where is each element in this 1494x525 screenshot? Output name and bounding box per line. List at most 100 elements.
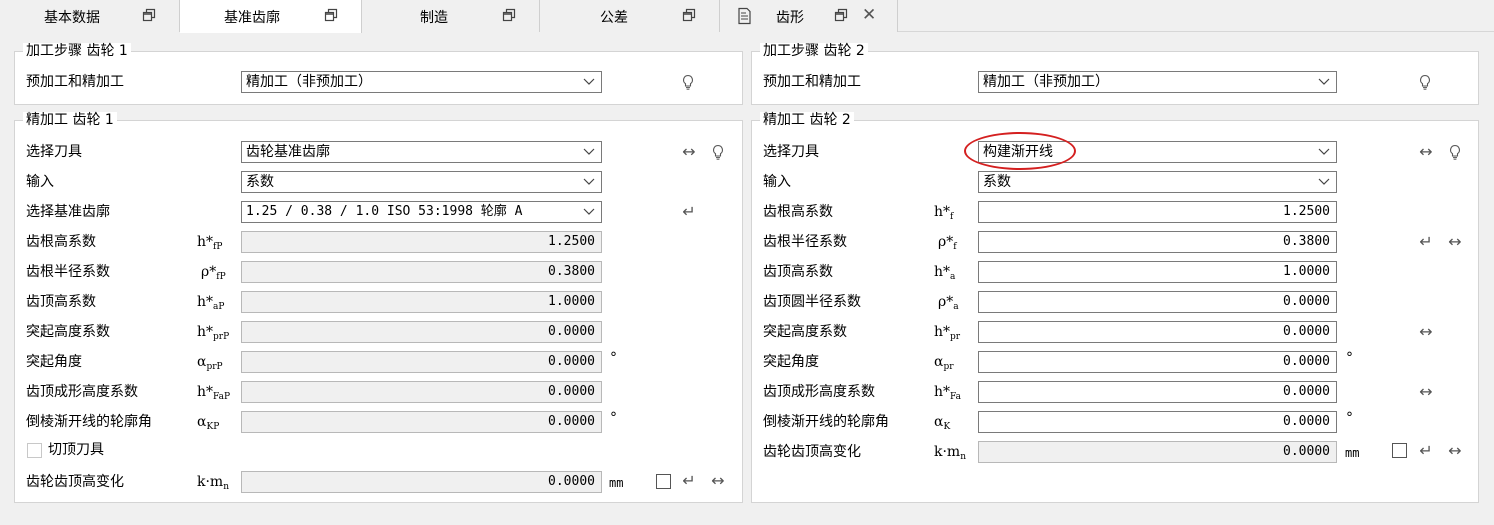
dedendum-coefficient-field[interactable]: 1.2500: [241, 231, 602, 253]
symbol: k·mn: [197, 474, 230, 492]
tab-label: 公差: [600, 10, 628, 26]
processing-step-gear1-group: 加工步骤 齿轮 1 预加工和精加工 精加工（非预加工）: [14, 43, 743, 105]
tip-form-height-field[interactable]: 0.0000: [978, 381, 1337, 403]
symbol: h*FaP: [197, 384, 231, 402]
window-restore-icon[interactable]: [502, 8, 516, 22]
addendum-change-field[interactable]: 0.0000: [978, 441, 1337, 463]
tip-form-height-field[interactable]: 0.0000: [241, 381, 602, 403]
field-label: 输入: [26, 174, 54, 190]
symbol: k·mn: [934, 444, 967, 462]
addendum-coefficient-field[interactable]: 1.0000: [978, 261, 1337, 283]
tab-basic-data[interactable]: 基本数据: [0, 0, 180, 32]
degree-unit: °: [1346, 350, 1353, 366]
protuberance-height-field[interactable]: 0.0000: [241, 321, 602, 343]
return-arrow-icon[interactable]: ↵: [680, 203, 698, 221]
addendum-change-checkbox[interactable]: [656, 474, 671, 489]
degree-unit: °: [610, 350, 617, 366]
tab-reference-profile[interactable]: 基准齿廓: [180, 0, 362, 33]
select-value: 系数: [983, 174, 1011, 190]
field-label: 齿顶成形高度系数: [26, 384, 138, 400]
tip-radius-coefficient-field[interactable]: 0.0000: [978, 291, 1337, 313]
symbol: αpr: [934, 354, 954, 372]
double-arrow-icon[interactable]: ↔: [1446, 442, 1464, 460]
return-arrow-icon[interactable]: ↵: [680, 472, 698, 490]
chevron-down-icon: [1318, 78, 1330, 85]
double-arrow-icon[interactable]: ↔: [1446, 233, 1464, 251]
return-arrow-icon[interactable]: ↵: [1417, 233, 1435, 251]
input-select[interactable]: 系数: [978, 171, 1337, 193]
window-restore-icon[interactable]: [324, 8, 338, 22]
reference-profile-select[interactable]: 1.25 / 0.38 / 1.0 ISO 53:1998 轮廓 A: [241, 201, 602, 223]
chevron-down-icon: [583, 178, 595, 185]
chamfer-profile-angle-field[interactable]: 0.0000: [978, 411, 1337, 433]
machining-process-select[interactable]: 精加工（非预加工）: [978, 71, 1337, 93]
tab-label: 齿形: [776, 10, 804, 26]
symbol: h*prP: [197, 324, 230, 342]
symbol: ρ*a: [938, 294, 959, 312]
addendum-change-checkbox[interactable]: [1392, 443, 1407, 458]
group-title: 精加工 齿轮 1: [23, 112, 117, 128]
tab-bar: 基本数据 基准齿廓 制造 公差 齿形 ✕: [0, 0, 1494, 33]
chevron-down-icon: [583, 148, 595, 155]
window-restore-icon[interactable]: [834, 8, 848, 22]
lightbulb-icon[interactable]: [1446, 143, 1464, 161]
field-label: 选择基准齿廓: [26, 204, 110, 220]
field-label: 突起角度: [763, 354, 819, 370]
protuberance-height-field[interactable]: 0.0000: [978, 321, 1337, 343]
tab-label: 基本数据: [44, 10, 100, 26]
root-radius-coefficient-field[interactable]: 0.3800: [241, 261, 602, 283]
field-label: 齿顶圆半径系数: [763, 294, 861, 310]
lightbulb-icon[interactable]: [709, 143, 727, 161]
symbol: h*pr: [934, 324, 961, 342]
field-label: 突起高度系数: [763, 324, 847, 340]
dedendum-coefficient-field[interactable]: 1.2500: [978, 201, 1337, 223]
field-label: 齿轮齿顶高变化: [763, 444, 861, 460]
symbol: αK: [934, 414, 951, 432]
document-list-icon: [736, 7, 754, 29]
protuberance-angle-field[interactable]: 0.0000: [978, 351, 1337, 373]
tab-tooth-form[interactable]: 齿形 ✕: [720, 0, 898, 32]
return-arrow-icon[interactable]: ↵: [1417, 442, 1435, 460]
symbol: h*Fa: [934, 384, 962, 402]
finishing-gear2-group: 精加工 齿轮 2 选择刀具 构建渐开线 ↔ 输入 系数 齿根高系数 h*f 1.…: [751, 112, 1479, 503]
close-icon[interactable]: ✕: [862, 6, 876, 24]
protuberance-angle-field[interactable]: 0.0000: [241, 351, 602, 373]
field-label: 齿轮齿顶高变化: [26, 474, 124, 490]
tool-select[interactable]: 齿轮基准齿廓: [241, 141, 602, 163]
chamfer-profile-angle-field[interactable]: 0.0000: [241, 411, 602, 433]
field-label: 齿顶高系数: [26, 294, 96, 310]
addendum-change-field[interactable]: 0.0000: [241, 471, 602, 493]
double-arrow-icon[interactable]: ↔: [709, 472, 727, 490]
group-title: 加工步骤 齿轮 2: [760, 43, 868, 59]
select-value: 1.25 / 0.38 / 1.0 ISO 53:1998 轮廓 A: [246, 204, 523, 219]
lightbulb-icon[interactable]: [1416, 73, 1434, 91]
field-label: 选择刀具: [763, 144, 819, 160]
group-title: 精加工 齿轮 2: [760, 112, 854, 128]
unit-label: mm: [1345, 446, 1360, 460]
topping-tool-checkbox[interactable]: [27, 443, 42, 458]
tab-manufacturing[interactable]: 制造: [362, 0, 540, 32]
input-select[interactable]: 系数: [241, 171, 602, 193]
symbol: ρ*f: [938, 234, 957, 252]
select-value: 构建渐开线: [983, 144, 1053, 160]
field-label: 齿根高系数: [26, 234, 96, 250]
tool-select[interactable]: 构建渐开线: [978, 141, 1337, 163]
field-label: 齿根半径系数: [26, 264, 110, 280]
double-arrow-icon[interactable]: ↔: [680, 143, 698, 161]
tab-tolerance[interactable]: 公差: [540, 0, 720, 32]
machining-process-select[interactable]: 精加工（非预加工）: [241, 71, 602, 93]
window-restore-icon[interactable]: [682, 8, 696, 22]
field-label: 齿顶高系数: [763, 264, 833, 280]
double-arrow-icon[interactable]: ↔: [1417, 323, 1435, 341]
lightbulb-icon[interactable]: [679, 73, 697, 91]
chevron-down-icon: [1318, 148, 1330, 155]
symbol: h*a: [934, 264, 956, 282]
double-arrow-icon[interactable]: ↔: [1417, 383, 1435, 401]
addendum-coefficient-field[interactable]: 1.0000: [241, 291, 602, 313]
root-radius-coefficient-field[interactable]: 0.3800: [978, 231, 1337, 253]
field-label: 突起高度系数: [26, 324, 110, 340]
field-label: 选择刀具: [26, 144, 82, 160]
symbol: h*fP: [197, 234, 223, 252]
double-arrow-icon[interactable]: ↔: [1417, 143, 1435, 161]
window-restore-icon[interactable]: [142, 8, 156, 22]
